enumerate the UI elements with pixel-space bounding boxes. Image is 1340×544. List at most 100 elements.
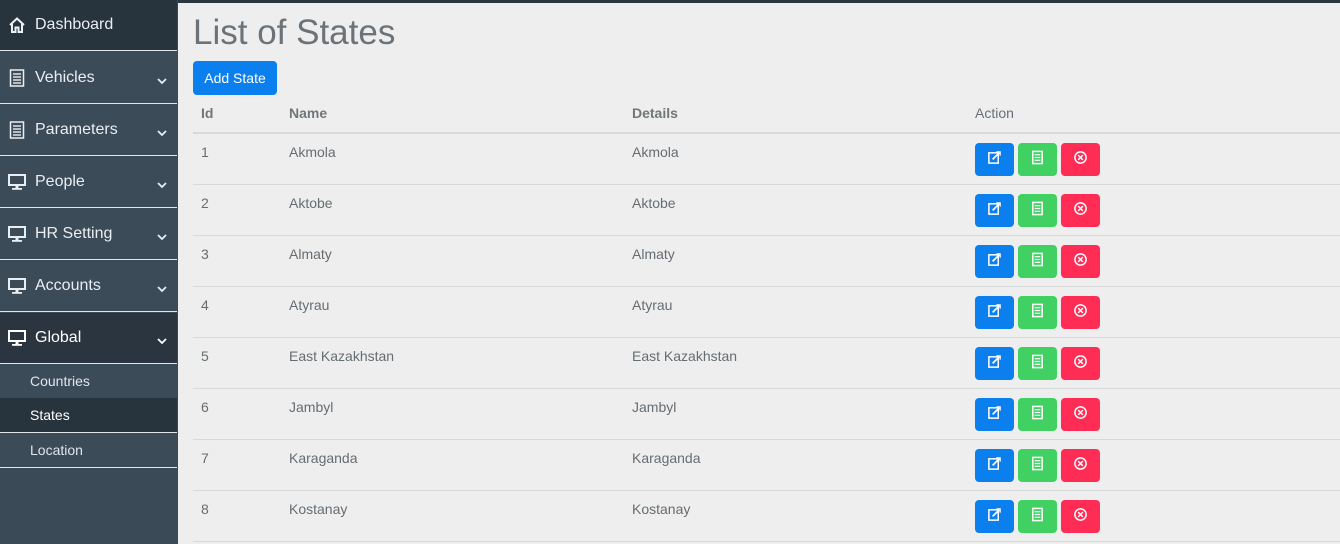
cell-details: Karaganda [632, 450, 701, 466]
edit-icon [987, 354, 1002, 374]
edit-icon [987, 456, 1002, 476]
table-row: 8 Kostanay Kostanay [193, 491, 1340, 542]
sidebar-item-label: HR Setting [35, 225, 113, 242]
cell-details: Atyrau [632, 297, 673, 313]
view-button[interactable] [1018, 347, 1057, 380]
cell-name: Atyrau [289, 297, 330, 313]
main-content: List of States Add State Id Name Details… [178, 3, 1340, 544]
table-row: 1 Akmola Akmola [193, 134, 1340, 185]
close-circle-icon [1073, 507, 1088, 527]
cell-id: 5 [201, 348, 209, 364]
document-icon [1030, 405, 1045, 425]
document-icon [1030, 507, 1045, 527]
row-actions [975, 245, 1100, 278]
cell-name: Aktobe [289, 195, 333, 211]
delete-button[interactable] [1061, 245, 1100, 278]
sidebar-item-label: Parameters [35, 121, 118, 138]
cell-name: Almaty [289, 246, 332, 262]
document-icon [8, 69, 26, 87]
edit-icon [987, 303, 1002, 323]
cell-id: 7 [201, 450, 209, 466]
edit-button[interactable] [975, 143, 1014, 176]
view-button[interactable] [1018, 143, 1057, 176]
sidebar-subitem-states[interactable]: States [0, 398, 177, 433]
cell-id: 6 [201, 399, 209, 415]
edit-button[interactable] [975, 194, 1014, 227]
view-button[interactable] [1018, 194, 1057, 227]
column-header-action: Action [975, 105, 1014, 121]
row-actions [975, 449, 1100, 482]
add-state-button[interactable]: Add State [193, 61, 277, 95]
sidebar-item-label: Global [35, 329, 82, 346]
delete-button[interactable] [1061, 194, 1100, 227]
cell-details: Jambyl [632, 399, 677, 415]
sidebar-item-dashboard[interactable]: Dashboard [0, 0, 177, 51]
close-circle-icon [1073, 150, 1088, 170]
document-icon [1030, 252, 1045, 272]
sidebar-item-label: Vehicles [35, 69, 95, 86]
edit-icon [987, 252, 1002, 272]
view-button[interactable] [1018, 398, 1057, 431]
table-row: 3 Almaty Almaty [193, 236, 1340, 287]
cell-details: Kostanay [632, 501, 691, 517]
sidebar-item-hr-setting[interactable]: HR Setting [0, 209, 177, 260]
delete-button[interactable] [1061, 347, 1100, 380]
edit-button[interactable] [975, 398, 1014, 431]
column-header-name: Name [289, 105, 328, 121]
sidebar-item-vehicles[interactable]: Vehicles [0, 53, 177, 104]
cell-id: 4 [201, 297, 209, 313]
column-header-details: Details [632, 105, 678, 121]
sidebar-item-accounts[interactable]: Accounts [0, 261, 177, 312]
edit-icon [987, 150, 1002, 170]
page-title: List of States [193, 13, 396, 52]
edit-button[interactable] [975, 347, 1014, 380]
close-circle-icon [1073, 252, 1088, 272]
cell-name: Akmola [289, 144, 336, 160]
delete-button[interactable] [1061, 296, 1100, 329]
home-icon [8, 16, 26, 34]
row-actions [975, 296, 1100, 329]
close-circle-icon [1073, 456, 1088, 476]
cell-id: 2 [201, 195, 209, 211]
chevron-down-icon [157, 234, 167, 241]
view-button[interactable] [1018, 500, 1057, 533]
delete-button[interactable] [1061, 143, 1100, 176]
document-icon [1030, 354, 1045, 374]
view-button[interactable] [1018, 449, 1057, 482]
table-row: 6 Jambyl Jambyl [193, 389, 1340, 440]
edit-icon [987, 405, 1002, 425]
close-circle-icon [1073, 405, 1088, 425]
chevron-down-icon [157, 286, 167, 293]
sidebar-subitem-countries[interactable]: Countries [0, 364, 177, 399]
edit-button[interactable] [975, 245, 1014, 278]
chevron-down-icon [157, 338, 167, 345]
sidebar-item-parameters[interactable]: Parameters [0, 105, 177, 156]
cell-details: Almaty [632, 246, 675, 262]
delete-button[interactable] [1061, 500, 1100, 533]
edit-icon [987, 201, 1002, 221]
table-row: 5 East Kazakhstan East Kazakhstan [193, 338, 1340, 389]
chevron-down-icon [157, 182, 167, 189]
document-icon [1030, 150, 1045, 170]
close-circle-icon [1073, 354, 1088, 374]
sidebar-item-label: People [35, 173, 85, 190]
row-actions [975, 194, 1100, 227]
monitor-icon [8, 173, 26, 191]
view-button[interactable] [1018, 245, 1057, 278]
delete-button[interactable] [1061, 398, 1100, 431]
cell-name: Kostanay [289, 501, 348, 517]
edit-button[interactable] [975, 296, 1014, 329]
edit-button[interactable] [975, 500, 1014, 533]
document-icon [1030, 456, 1045, 476]
view-button[interactable] [1018, 296, 1057, 329]
row-actions [975, 398, 1100, 431]
row-actions [975, 143, 1100, 176]
sidebar-item-global[interactable]: Global [0, 313, 177, 364]
edit-button[interactable] [975, 449, 1014, 482]
cell-name: Jambyl [289, 399, 334, 415]
delete-button[interactable] [1061, 449, 1100, 482]
cell-id: 3 [201, 246, 209, 262]
sidebar-subitem-location[interactable]: Location [0, 433, 177, 468]
sidebar-item-people[interactable]: People [0, 157, 177, 208]
cell-name: East Kazakhstan [289, 348, 395, 364]
